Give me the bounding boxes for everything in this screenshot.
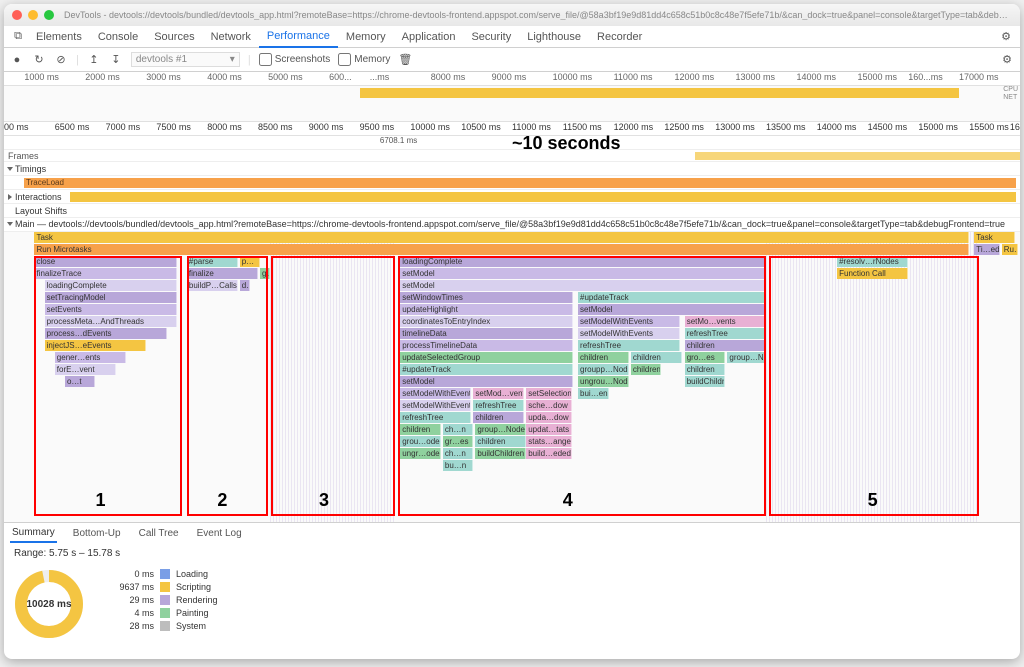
main-thread-header[interactable]: Main — devtools://devtools/bundled/devto… [4,218,1020,232]
max-dot[interactable] [44,10,54,20]
donut-chart: 10028 ms [14,569,84,639]
interactions-row[interactable]: Interactions [4,190,1020,204]
tab-lighthouse[interactable]: Lighthouse [519,27,589,47]
tab-security[interactable]: Security [463,27,519,47]
tab-elements[interactable]: Elements [28,27,90,47]
window-title: DevTools - devtools://devtools/bundled/d… [64,10,1012,20]
frames-row[interactable]: Frames [4,150,1020,162]
anno-5: 5 [868,490,878,511]
tab-performance[interactable]: Performance [259,26,338,48]
summary-tabs: Summary Bottom-Up Call Tree Event Log [4,522,1020,544]
timeline-settings-icon[interactable]: ⚙ [1000,53,1014,67]
task-bar-right[interactable]: Task [974,232,1015,243]
legend: 0 msLoading 9637 msScripting 29 msRender… [114,569,218,631]
layoutshifts-row[interactable]: Layout Shifts [4,204,1020,218]
tab-summary[interactable]: Summary [10,524,57,543]
traffic-lights [12,10,54,20]
tab-application[interactable]: Application [394,27,464,47]
summary-panel: 10028 ms 0 msLoading 9637 msScripting 29… [4,563,1020,645]
flame-chart[interactable]: Task Task Run Microtasks Ti…ed Ru…ks clo… [4,232,1020,522]
cursor-time: 6708.1 ms [380,136,417,145]
tab-memory[interactable]: Memory [338,27,394,47]
tab-console[interactable]: Console [90,27,146,47]
record-icon[interactable]: ● [10,53,24,67]
devtools-tabs: ⧉ Elements Console Sources Network Perfo… [4,26,1020,48]
cpu-overview[interactable]: CPUNET [4,86,1020,122]
inspect-icon[interactable]: ⧉ [8,27,28,47]
tab-sources[interactable]: Sources [146,27,202,47]
download-icon[interactable]: ↧ [109,53,123,67]
capture-select[interactable]: devtools #1 ▾ [131,52,240,67]
min-dot[interactable] [28,10,38,20]
perf-toolbar: ● ↻ ⊘ | ↥ ↧ devtools #1 ▾ | Screenshots … [4,48,1020,72]
timings-row[interactable]: Timings [4,162,1020,176]
traceload-row[interactable]: TraceLoad [4,176,1020,190]
screenshots-checkbox[interactable]: Screenshots [259,53,331,66]
anno-4: 4 [563,490,573,511]
tab-bottomup[interactable]: Bottom-Up [71,525,123,542]
settings-icon[interactable]: ⚙ [996,27,1016,47]
overview-ruler[interactable]: 1000 ms2000 ms3000 ms4000 ms5000 ms600..… [4,72,1020,86]
range-label: Range: 5.75 s – 15.78 s [4,544,1020,563]
run-microtasks[interactable]: Run Microtasks [34,244,969,255]
tab-recorder[interactable]: Recorder [589,27,650,47]
clear-icon[interactable]: ⊘ [54,53,68,67]
tab-eventlog[interactable]: Event Log [195,525,244,542]
close-dot[interactable] [12,10,22,20]
upload-icon[interactable]: ↥ [87,53,101,67]
anno-2: 2 [217,490,227,511]
tab-network[interactable]: Network [203,27,259,47]
titlebar: DevTools - devtools://devtools/bundled/d… [4,4,1020,26]
trash-icon[interactable]: 🗑 [398,53,412,67]
reload-icon[interactable]: ↻ [32,53,46,67]
task-bar[interactable]: Task [34,232,969,243]
anno-1: 1 [95,490,105,511]
memory-checkbox[interactable]: Memory [338,53,390,66]
tab-calltree[interactable]: Call Tree [137,525,181,542]
anno-3: 3 [319,490,329,511]
